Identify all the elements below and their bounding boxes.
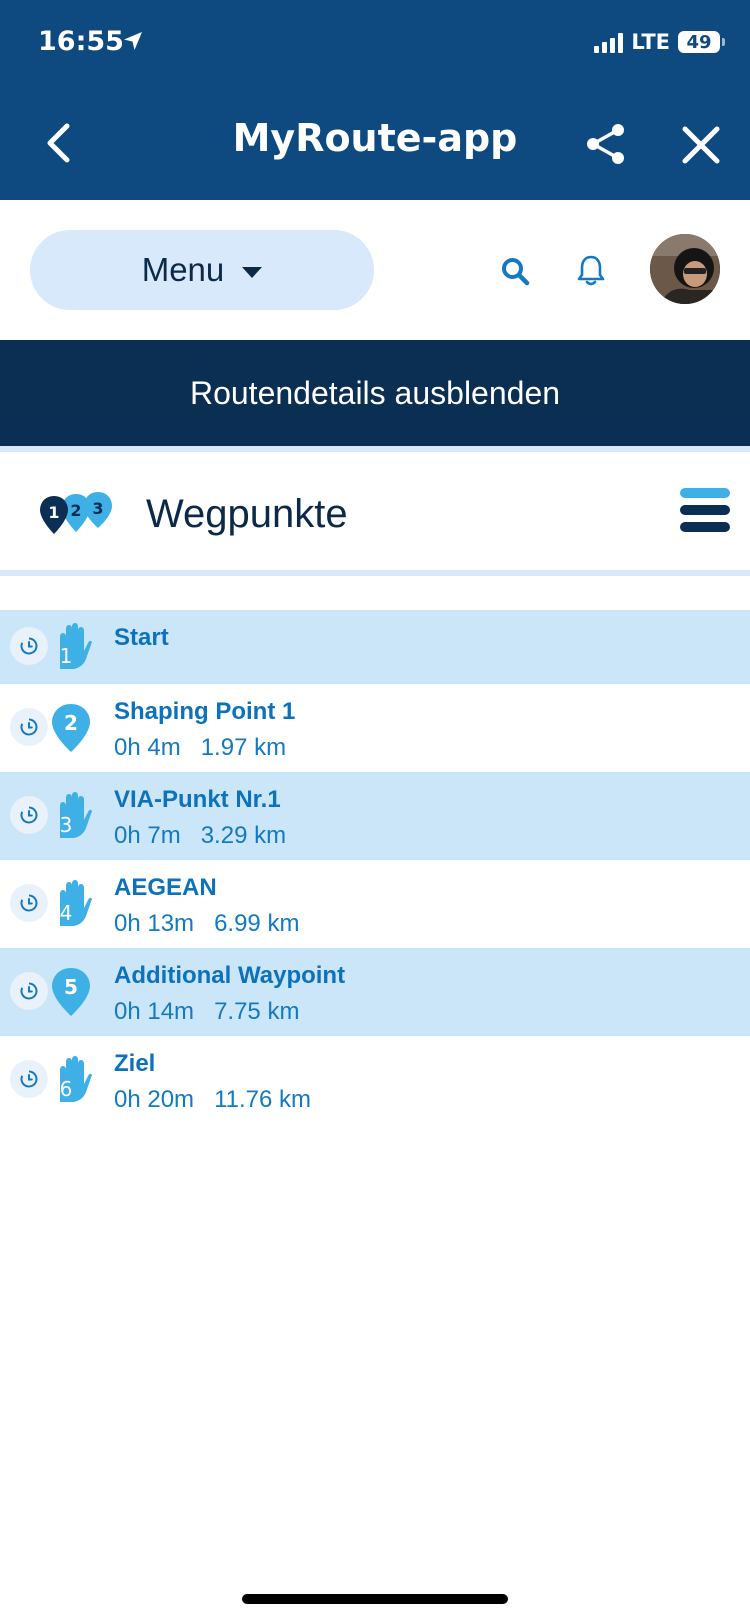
waypoint-meta: 0h 4m 1.97 km xyxy=(114,734,286,762)
clock-button[interactable] xyxy=(10,884,48,922)
clock-icon xyxy=(20,637,38,655)
waypoint-distance: 11.76 km xyxy=(214,1086,311,1113)
menu-dropdown-button[interactable]: Menu xyxy=(30,230,374,310)
app-header: 16:55 LTE 49 MyRoute-app xyxy=(0,0,750,200)
waypoint-meta: 0h 7m 3.29 km xyxy=(114,822,286,850)
location-arrow-icon xyxy=(124,32,142,50)
waypoint-distance: 1.97 km xyxy=(200,734,287,761)
clock-icon xyxy=(20,982,38,1000)
clock-icon xyxy=(20,894,38,912)
waypoint-time: 0h 20m xyxy=(114,1086,195,1113)
waypoint-name: Start xyxy=(114,624,169,651)
waypoint-time: 0h 7m xyxy=(114,822,181,849)
waypoint-meta: 0h 14m 7.75 km xyxy=(114,998,299,1026)
clock-icon xyxy=(20,806,38,824)
clock-button[interactable] xyxy=(10,1060,48,1098)
hamburger-menu-icon[interactable] xyxy=(680,488,730,540)
waypoint-row[interactable]: 2 Shaping Point 1 0h 4m 1.97 km xyxy=(0,684,750,772)
clock-button[interactable] xyxy=(10,708,48,746)
bell-icon[interactable] xyxy=(575,253,607,287)
waypoint-number: 6 xyxy=(60,1077,73,1101)
waypoint-name: Shaping Point 1 xyxy=(114,698,296,725)
hide-route-details-label: Routendetails ausblenden xyxy=(189,374,561,411)
status-indicators: LTE 49 xyxy=(594,30,725,54)
waypoint-distance: 6.99 km xyxy=(214,910,300,937)
clock-icon xyxy=(20,718,38,736)
waypoint-row[interactable]: 6 Ziel 0h 20m 11.76 km xyxy=(0,1036,750,1124)
waypoint-number: 2 xyxy=(64,711,78,735)
hand-stop-icon: 1 xyxy=(50,621,92,673)
waypoint-row[interactable]: 4 AEGEAN 0h 13m 6.99 km xyxy=(0,860,750,948)
hand-stop-icon: 6 xyxy=(50,1054,92,1106)
clock-button[interactable] xyxy=(10,796,48,834)
search-icon[interactable] xyxy=(500,256,530,286)
waypoint-row[interactable]: 5 Additional Waypoint 0h 14m 7.75 km xyxy=(0,948,750,1036)
signal-icon xyxy=(594,31,624,53)
waypoint-name: Additional Waypoint xyxy=(114,962,346,989)
app-title: MyRoute-app xyxy=(232,116,518,160)
waypoint-number: 3 xyxy=(60,813,73,837)
toolbar: Menu xyxy=(0,200,750,340)
user-avatar[interactable] xyxy=(650,234,720,304)
waypoints-logo-icon: 1 2 3 xyxy=(40,492,112,534)
clock-button[interactable] xyxy=(10,627,48,665)
clock-button[interactable] xyxy=(10,972,48,1010)
battery-level: 49 xyxy=(686,31,712,53)
waypoints-section-header: 1 2 3 Wegpunkte xyxy=(0,446,750,576)
waypoint-meta: 0h 20m 11.76 km xyxy=(114,1086,311,1114)
clock-icon xyxy=(20,1070,38,1088)
logo-num-1: 1 xyxy=(48,503,59,522)
waypoint-time: 0h 14m xyxy=(114,998,195,1025)
battery-icon: 49 xyxy=(678,31,725,53)
waypoint-name: VIA-Punkt Nr.1 xyxy=(114,786,281,813)
home-indicator xyxy=(242,1594,508,1604)
menu-label: Menu xyxy=(141,251,225,288)
waypoint-row[interactable]: 1 Start xyxy=(0,610,750,684)
avatar-image xyxy=(650,234,720,304)
logo-num-2: 2 xyxy=(70,501,81,520)
waypoint-row[interactable]: 3 VIA-Punkt Nr.1 0h 7m 3.29 km xyxy=(0,772,750,860)
waypoint-list: 1 Start 2 Shaping Point 1 0h 4m 1.97 km 3 VIA-P… xyxy=(0,610,750,1124)
waypoint-meta: 0h 13m 6.99 km xyxy=(114,910,299,938)
waypoint-distance: 7.75 km xyxy=(214,998,300,1025)
waypoints-title: Wegpunkte xyxy=(146,492,348,536)
caret-down-icon xyxy=(242,266,263,278)
waypoint-number: 1 xyxy=(60,644,73,668)
waypoint-pin-icon: 2 xyxy=(50,702,92,754)
waypoint-name: Ziel xyxy=(114,1050,156,1077)
logo-num-3: 3 xyxy=(92,499,103,518)
waypoint-time: 0h 13m xyxy=(114,910,195,937)
waypoint-time: 0h 4m xyxy=(114,734,181,761)
waypoint-distance: 3.29 km xyxy=(200,822,287,849)
waypoint-pin-icon: 5 xyxy=(50,966,92,1018)
waypoint-number: 4 xyxy=(60,901,73,925)
waypoint-number: 5 xyxy=(64,975,78,999)
status-time: 16:55 xyxy=(38,26,124,57)
share-icon[interactable] xyxy=(584,122,628,166)
hand-stop-icon: 3 xyxy=(50,790,92,842)
network-label: LTE xyxy=(631,30,670,54)
close-icon[interactable] xyxy=(680,124,722,166)
hide-route-details-button[interactable]: Routendetails ausblenden xyxy=(0,340,750,446)
waypoint-name: AEGEAN xyxy=(114,874,217,901)
hand-stop-icon: 4 xyxy=(50,878,92,930)
